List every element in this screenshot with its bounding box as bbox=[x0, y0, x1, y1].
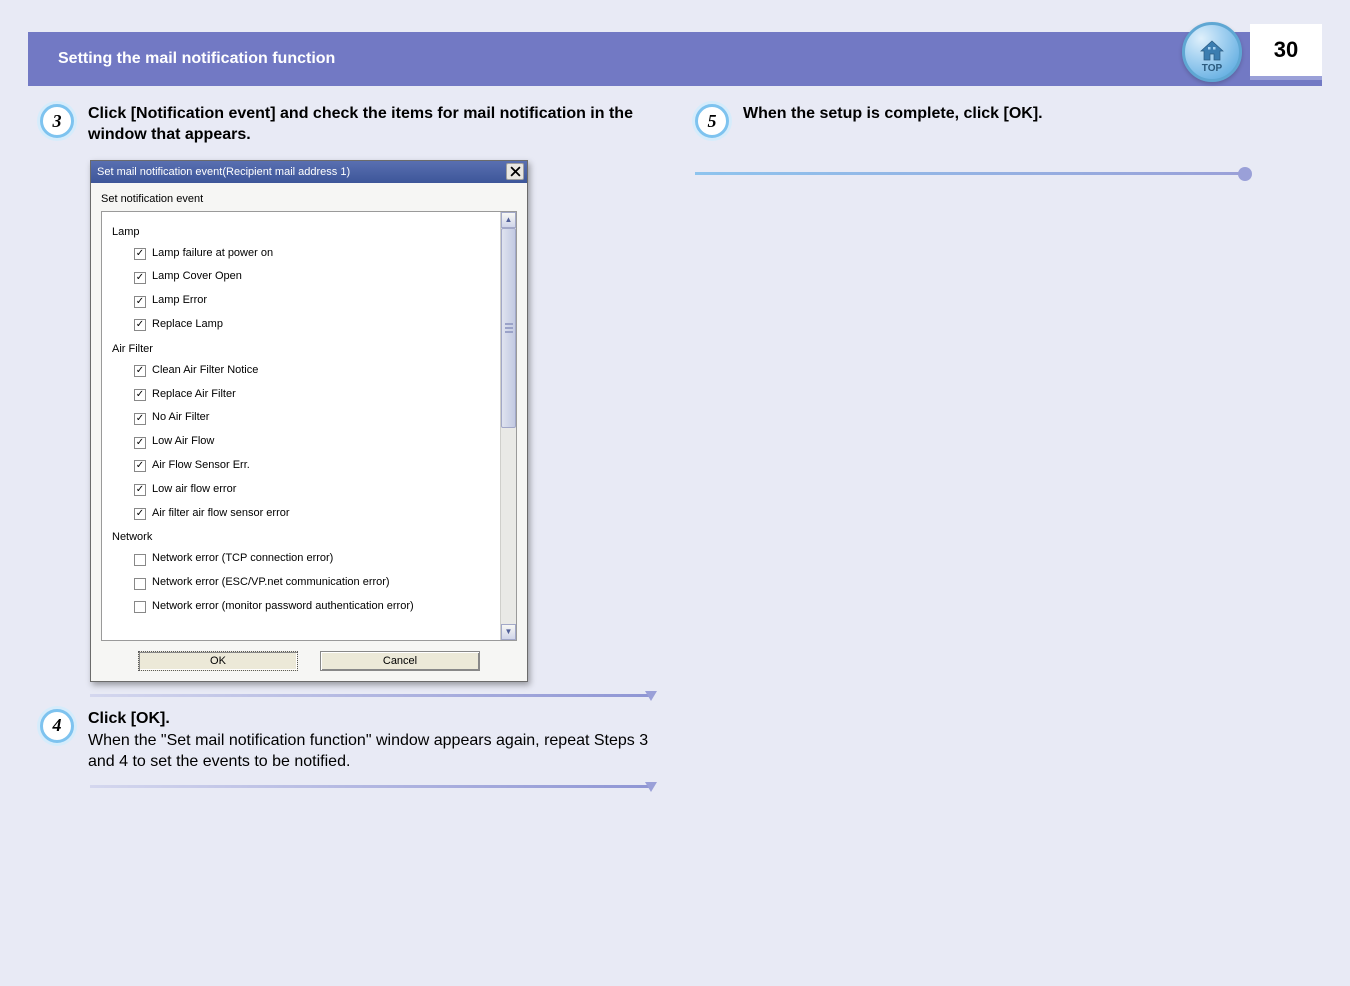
checkbox-row[interactable]: Air Flow Sensor Err. bbox=[112, 454, 494, 478]
step-5-text: When the setup is complete, click [OK]. bbox=[743, 104, 1043, 125]
checkbox-label: Network error (ESC/VP.net communication … bbox=[152, 573, 390, 593]
checkbox[interactable] bbox=[134, 413, 146, 425]
checkbox-label: Replace Air Filter bbox=[152, 385, 236, 405]
checkbox-label: Lamp Cover Open bbox=[152, 267, 242, 287]
step-5-badge: 5 bbox=[695, 104, 729, 138]
page-header: Setting the mail notification function T… bbox=[28, 32, 1322, 86]
checkbox-label: Network error (monitor password authenti… bbox=[152, 597, 414, 617]
dialog-close-button[interactable] bbox=[506, 163, 524, 180]
checkbox[interactable] bbox=[134, 389, 146, 401]
notification-dialog: Set mail notification event(Recipient ma… bbox=[90, 160, 528, 682]
checkbox[interactable] bbox=[134, 296, 146, 308]
checkbox-row[interactable]: Lamp failure at power on bbox=[112, 242, 494, 266]
checkbox[interactable] bbox=[134, 601, 146, 613]
checkbox-label: Lamp failure at power on bbox=[152, 244, 273, 264]
checkbox-row[interactable]: Low air flow error bbox=[112, 478, 494, 502]
checkbox-label: Air filter air flow sensor error bbox=[152, 504, 290, 524]
dialog-titlebar: Set mail notification event(Recipient ma… bbox=[91, 161, 527, 183]
step-5-row: 5 When the setup is complete, click [OK]… bbox=[695, 104, 1310, 138]
checkbox-row[interactable]: Lamp Cover Open bbox=[112, 265, 494, 289]
cancel-button[interactable]: Cancel bbox=[320, 651, 480, 671]
checkbox-row[interactable]: Low Air Flow bbox=[112, 430, 494, 454]
checkbox-label: No Air Filter bbox=[152, 408, 209, 428]
checkbox[interactable] bbox=[134, 460, 146, 472]
group-head: Air Filter bbox=[112, 343, 494, 355]
separator-line bbox=[90, 694, 650, 697]
checkbox-row[interactable]: No Air Filter bbox=[112, 406, 494, 430]
checkbox-row[interactable]: Air filter air flow sensor error bbox=[112, 502, 494, 526]
checkbox-label: Air Flow Sensor Err. bbox=[152, 456, 250, 476]
checkbox-label: Lamp Error bbox=[152, 291, 207, 311]
top-label: TOP bbox=[1202, 63, 1222, 74]
checkbox-row[interactable]: Clean Air Filter Notice bbox=[112, 359, 494, 383]
scroll-up-icon[interactable]: ▲ bbox=[501, 212, 516, 228]
checkbox-row[interactable]: Replace Air Filter bbox=[112, 383, 494, 407]
step-4-row: 4 Click [OK]. When the "Set mail notific… bbox=[40, 709, 655, 773]
checkbox-row[interactable]: Lamp Error bbox=[112, 289, 494, 313]
checkbox[interactable] bbox=[134, 554, 146, 566]
group-head: Network bbox=[112, 531, 494, 543]
step-3-text: Click [Notification event] and check the… bbox=[88, 104, 655, 146]
checkbox-row[interactable]: Network error (ESC/VP.net communication … bbox=[112, 571, 494, 595]
left-column: 3 Click [Notification event] and check t… bbox=[40, 104, 655, 800]
dialog-scrollbar[interactable]: ▲ ▼ bbox=[500, 212, 516, 640]
checkbox-row[interactable]: Network error (monitor password authenti… bbox=[112, 595, 494, 619]
checkbox-label: Clean Air Filter Notice bbox=[152, 361, 258, 381]
checkbox[interactable] bbox=[134, 319, 146, 331]
scroll-down-icon[interactable]: ▼ bbox=[501, 624, 516, 640]
scroll-thumb[interactable] bbox=[501, 228, 516, 428]
dialog-title: Set mail notification event(Recipient ma… bbox=[97, 166, 350, 178]
page-number: 30 bbox=[1274, 37, 1298, 63]
checkbox[interactable] bbox=[134, 365, 146, 377]
ok-button[interactable]: OK bbox=[138, 651, 298, 671]
home-icon bbox=[1198, 39, 1226, 63]
checkbox-row[interactable]: Replace Lamp bbox=[112, 313, 494, 337]
checkbox-label: Replace Lamp bbox=[152, 315, 223, 335]
group-head: Lamp bbox=[112, 226, 494, 238]
checkbox-label: Low air flow error bbox=[152, 480, 236, 500]
page-number-box: 30 bbox=[1250, 24, 1322, 80]
checkbox[interactable] bbox=[134, 484, 146, 496]
checkbox[interactable] bbox=[134, 508, 146, 520]
checkbox-row[interactable]: Network error (TCP connection error) bbox=[112, 547, 494, 571]
step-4-badge: 4 bbox=[40, 709, 74, 743]
checkbox-label: Network error (TCP connection error) bbox=[152, 549, 333, 569]
dialog-section-label: Set notification event bbox=[101, 193, 517, 205]
step-3-row: 3 Click [Notification event] and check t… bbox=[40, 104, 655, 146]
checkbox[interactable] bbox=[134, 578, 146, 590]
dialog-list-area: Lamp Lamp failure at power on Lamp Cover O… bbox=[101, 211, 517, 641]
checkbox-label: Low Air Flow bbox=[152, 432, 214, 452]
step-4-desc: When the "Set mail notification function… bbox=[88, 731, 655, 773]
page-title: Setting the mail notification function bbox=[58, 50, 335, 68]
close-icon bbox=[510, 166, 521, 177]
top-button[interactable]: TOP bbox=[1182, 22, 1242, 82]
right-column: 5 When the setup is complete, click [OK]… bbox=[695, 104, 1310, 800]
checkbox[interactable] bbox=[134, 437, 146, 449]
step-4-head: Click [OK]. bbox=[88, 709, 655, 730]
separator-line-2 bbox=[90, 785, 650, 788]
checkbox[interactable] bbox=[134, 248, 146, 260]
step-3-badge: 3 bbox=[40, 104, 74, 138]
checkbox[interactable] bbox=[134, 272, 146, 284]
end-line bbox=[695, 172, 1245, 175]
